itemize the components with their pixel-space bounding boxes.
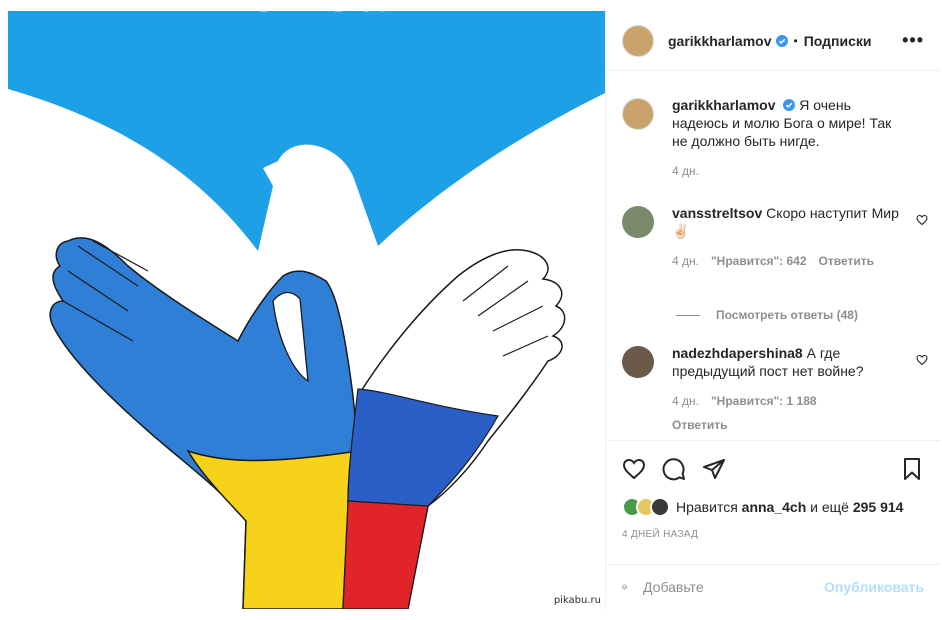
verified-badge-icon xyxy=(783,99,796,111)
author-username[interactable]: garikkharlamov xyxy=(668,33,772,49)
caption-username[interactable]: garikkharlamov xyxy=(672,97,776,113)
author-avatar[interactable] xyxy=(622,24,654,57)
comment-like-heart-icon[interactable] xyxy=(916,214,928,226)
publish-button[interactable]: Опубликовать xyxy=(824,579,924,595)
view-replies-label: Посмотреть ответы (48) xyxy=(716,308,858,322)
comment-item: nadezhdapershina8 А где предыдущий пост … xyxy=(622,344,928,434)
comment-item: vansstreltsov Скоро наступит Мир ✌🏻 4 дн… xyxy=(622,204,928,270)
reply-button[interactable]: Ответить xyxy=(672,416,727,434)
post-header: garikkharlamov • Подписки ••• xyxy=(606,11,940,71)
likes-prefix: Нравится xyxy=(676,499,738,515)
emoji-smiley-icon[interactable] xyxy=(622,575,627,599)
likes-count[interactable]: 295 914 xyxy=(853,499,904,515)
add-comment-bar: Опубликовать xyxy=(606,564,940,609)
caption: garikkharlamov Я очень надеюсь и молю Бо… xyxy=(622,96,924,180)
watermark-text: pikabu.ru xyxy=(553,595,601,606)
dove-hands-illustration: Бомба! xyxy=(8,11,605,609)
like-heart-icon[interactable] xyxy=(622,457,646,481)
share-paper-plane-icon[interactable] xyxy=(702,457,726,481)
likes-middle: и ещё xyxy=(810,499,849,515)
reply-button[interactable]: Ответить xyxy=(819,252,874,270)
action-buttons-row xyxy=(622,441,924,497)
separator-dot: • xyxy=(793,33,798,48)
post-actions: Нравится anna_4ch и ещё 295 914 4 ДНЕЙ Н… xyxy=(606,440,940,540)
likes-user[interactable]: anna_4ch xyxy=(742,499,807,515)
comment-time[interactable]: 4 дн. xyxy=(672,392,699,410)
following-button[interactable]: Подписки xyxy=(804,33,872,49)
commenter-username[interactable]: nadezhdapershina8 xyxy=(672,345,803,361)
caption-avatar[interactable] xyxy=(622,98,654,130)
likes-summary[interactable]: Нравится anna_4ch и ещё 295 914 xyxy=(622,497,924,517)
comment-likes[interactable]: "Нравится": 642 xyxy=(711,252,807,270)
comment-like-heart-icon[interactable] xyxy=(916,354,928,366)
post-timestamp[interactable]: 4 ДНЕЙ НАЗАД xyxy=(622,529,924,540)
comment-time[interactable]: 4 дн. xyxy=(672,252,699,270)
replies-divider-line xyxy=(676,314,700,316)
commenter-username[interactable]: vansstreltsov xyxy=(672,205,762,221)
comment-bubble-icon[interactable] xyxy=(662,457,686,481)
comment-input[interactable] xyxy=(643,579,825,595)
more-horizontal-icon[interactable]: ••• xyxy=(902,30,924,51)
comments-list[interactable]: garikkharlamov Я очень надеюсь и молю Бо… xyxy=(606,72,940,439)
bookmark-icon[interactable] xyxy=(900,457,924,481)
post-sidebar: garikkharlamov • Подписки ••• garikkharl… xyxy=(605,11,940,609)
liker-avatar xyxy=(650,497,670,517)
post-image[interactable]: Бомба! pikabu.ru xyxy=(8,11,605,609)
comment-likes[interactable]: "Нравится": 1 188 xyxy=(711,392,817,410)
commenter-avatar[interactable] xyxy=(622,206,654,238)
verified-badge-icon xyxy=(775,34,788,47)
caption-time[interactable]: 4 дн. xyxy=(672,162,699,180)
image-top-text: Бомба! xyxy=(207,11,406,23)
likers-avatars xyxy=(622,497,670,517)
view-replies-button[interactable]: Посмотреть ответы (48) xyxy=(676,308,924,322)
commenter-avatar[interactable] xyxy=(622,346,654,378)
